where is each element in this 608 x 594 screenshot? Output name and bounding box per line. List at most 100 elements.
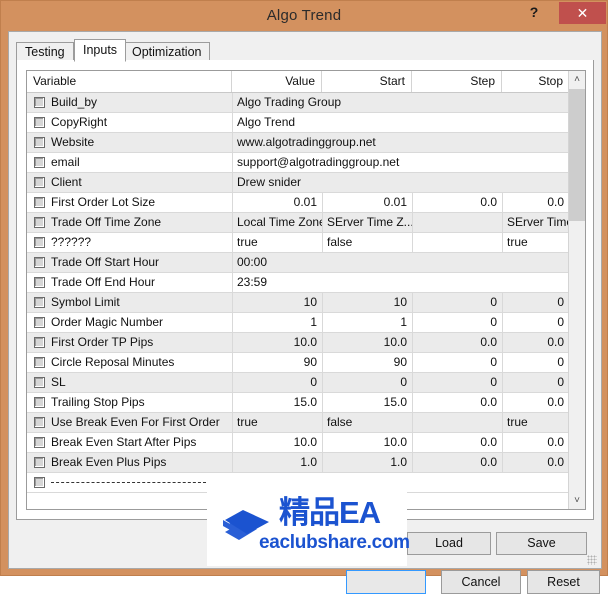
step-cell[interactable]: [412, 233, 502, 252]
table-row[interactable]: email support@algotradinggroup.net: [27, 153, 585, 173]
start-cell[interactable]: 0.01: [322, 193, 412, 212]
start-cell[interactable]: false: [322, 233, 412, 252]
table-row[interactable]: SL 0 0 0 0: [27, 373, 585, 393]
value-cell[interactable]: Algo Trading Group: [232, 93, 570, 112]
value-cell[interactable]: Algo Trend: [232, 113, 570, 132]
step-cell[interactable]: 0.0: [412, 393, 502, 412]
value-cell[interactable]: Drew snider: [232, 173, 570, 192]
table-row[interactable]: Website www.algotradinggroup.net: [27, 133, 585, 153]
value-cell[interactable]: 23:59: [232, 273, 570, 292]
step-cell[interactable]: [412, 413, 502, 432]
start-cell[interactable]: 10.0: [322, 433, 412, 452]
step-cell[interactable]: 0: [412, 313, 502, 332]
tab-testing[interactable]: Testing: [16, 42, 74, 61]
value-cell[interactable]: 1.0: [232, 453, 322, 472]
value-cell[interactable]: true: [232, 413, 322, 432]
load-button[interactable]: Load: [407, 532, 491, 555]
stop-cell[interactable]: true: [502, 413, 569, 432]
stop-cell[interactable]: 0.0: [502, 193, 569, 212]
row-checkbox[interactable]: [34, 317, 45, 328]
table-row[interactable]: Client Drew snider: [27, 173, 585, 193]
start-cell[interactable]: 10: [322, 293, 412, 312]
stop-cell[interactable]: 0: [502, 373, 569, 392]
value-cell[interactable]: 10: [232, 293, 322, 312]
column-header-step[interactable]: Step: [412, 71, 502, 92]
table-row[interactable]: Symbol Limit 10 10 0 0: [27, 293, 585, 313]
resize-grip-icon[interactable]: [587, 555, 597, 565]
value-cell[interactable]: Local Time Zone: [232, 213, 322, 232]
value-cell[interactable]: true: [232, 233, 322, 252]
step-cell[interactable]: 0.0: [412, 193, 502, 212]
start-cell[interactable]: 0: [322, 373, 412, 392]
start-cell[interactable]: 1.0: [322, 453, 412, 472]
row-checkbox[interactable]: [34, 157, 45, 168]
table-row[interactable]: Break Even Plus Pips 1.0 1.0 0.0 0.0: [27, 453, 585, 473]
row-checkbox[interactable]: [34, 257, 45, 268]
value-cell[interactable]: www.algotradinggroup.net: [232, 133, 570, 152]
step-cell[interactable]: 0: [412, 373, 502, 392]
value-cell[interactable]: 0: [232, 373, 322, 392]
value-cell[interactable]: 90: [232, 353, 322, 372]
stop-cell[interactable]: true: [502, 233, 569, 252]
value-cell[interactable]: 10.0: [232, 433, 322, 452]
step-cell[interactable]: 0: [412, 353, 502, 372]
table-row[interactable]: Use Break Even For First Order true false t…: [27, 413, 585, 433]
start-cell[interactable]: 1: [322, 313, 412, 332]
row-checkbox[interactable]: [34, 97, 45, 108]
value-cell[interactable]: 00:00: [232, 253, 570, 272]
row-checkbox[interactable]: [34, 397, 45, 408]
start-cell[interactable]: 90: [322, 353, 412, 372]
table-row[interactable]: ?????? true false true: [27, 233, 585, 253]
table-row[interactable]: Trade Off Time Zone Local Time Zone SErver…: [27, 213, 585, 233]
tab-optimization[interactable]: Optimization: [123, 42, 211, 61]
scroll-down-arrow-icon[interactable]: ˅: [569, 492, 585, 509]
table-row[interactable]: Trade Off End Hour 23:59: [27, 273, 585, 293]
step-cell[interactable]: 0.0: [412, 453, 502, 472]
row-checkbox[interactable]: [34, 237, 45, 248]
row-checkbox[interactable]: [34, 277, 45, 288]
value-cell[interactable]: 1: [232, 313, 322, 332]
stop-cell[interactable]: 0.0: [502, 433, 569, 452]
column-header-stop[interactable]: Stop: [502, 71, 569, 92]
start-cell[interactable]: false: [322, 413, 412, 432]
table-row[interactable]: Build_by Algo Trading Group: [27, 93, 585, 113]
row-checkbox[interactable]: [34, 357, 45, 368]
row-checkbox[interactable]: [34, 477, 45, 488]
table-row[interactable]: First Order TP Pips 10.0 10.0 0.0 0.0: [27, 333, 585, 353]
stop-cell[interactable]: 0: [502, 353, 569, 372]
help-button[interactable]: ?: [519, 1, 549, 24]
value-cell[interactable]: support@algotradinggroup.net: [232, 153, 570, 172]
row-checkbox[interactable]: [34, 437, 45, 448]
stop-cell[interactable]: 0.0: [502, 333, 569, 352]
value-cell[interactable]: 15.0: [232, 393, 322, 412]
stop-cell[interactable]: SErver Time Z...: [502, 213, 569, 232]
step-cell[interactable]: 0.0: [412, 433, 502, 452]
row-checkbox[interactable]: [34, 337, 45, 348]
row-checkbox[interactable]: [34, 377, 45, 388]
row-checkbox[interactable]: [34, 137, 45, 148]
scrollbar-thumb[interactable]: [569, 89, 585, 221]
table-row[interactable]: Order Magic Number 1 1 0 0: [27, 313, 585, 333]
table-row[interactable]: Break Even Start After Pips 10.0 10.0 0.0 0.…: [27, 433, 585, 453]
stop-cell[interactable]: 0.0: [502, 453, 569, 472]
table-row[interactable]: Trailing Stop Pips 15.0 15.0 0.0 0.0: [27, 393, 585, 413]
table-row[interactable]: Trade Off Start Hour 00:00: [27, 253, 585, 273]
inputs-grid[interactable]: Variable Value Start Step Stop Build_by A…: [26, 70, 586, 510]
stop-cell[interactable]: 0: [502, 293, 569, 312]
cancel-button[interactable]: Cancel: [441, 570, 521, 594]
save-button[interactable]: Save: [496, 532, 587, 555]
row-checkbox[interactable]: [34, 217, 45, 228]
reset-button[interactable]: Reset: [527, 570, 600, 594]
table-row[interactable]: First Order Lot Size 0.01 0.01 0.0 0.0: [27, 193, 585, 213]
row-checkbox[interactable]: [34, 177, 45, 188]
ok-button[interactable]: [346, 570, 426, 594]
row-checkbox[interactable]: [34, 457, 45, 468]
scroll-up-arrow-icon[interactable]: ˄: [569, 71, 585, 88]
row-checkbox[interactable]: [34, 297, 45, 308]
step-cell[interactable]: 0: [412, 293, 502, 312]
row-checkbox[interactable]: [34, 117, 45, 128]
column-header-variable[interactable]: Variable: [27, 71, 232, 92]
start-cell[interactable]: SErver Time Z...: [322, 213, 412, 232]
column-header-start[interactable]: Start: [322, 71, 412, 92]
table-row[interactable]: CopyRight Algo Trend: [27, 113, 585, 133]
